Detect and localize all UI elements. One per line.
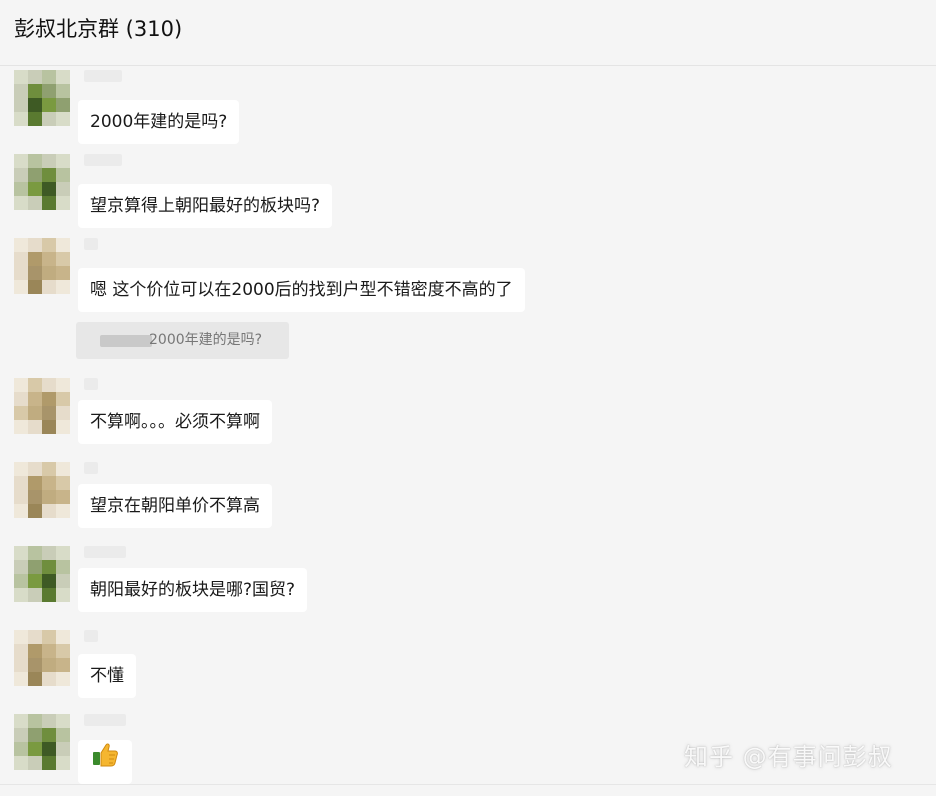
message-bubble[interactable]: 不算啊。。。必须不算啊	[78, 400, 272, 444]
sender-name	[84, 378, 98, 390]
quoted-text: 2000年建的是吗?	[149, 332, 263, 348]
message-bubble[interactable]: 2000年建的是吗?	[78, 100, 240, 144]
message-bubble[interactable]: 望京在朝阳单价不算高	[78, 484, 272, 528]
quoted-sender	[100, 335, 152, 347]
watermark: 知乎 @有事问彭叔	[684, 743, 893, 771]
message-bubble[interactable]: 望京算得上朝阳最好的板块吗?	[78, 184, 333, 228]
avatar[interactable]	[14, 630, 70, 686]
message-bubble[interactable]: 嗯 这个价位可以在2000后的找到户型不错密度不高的了	[78, 268, 525, 312]
message-row	[0, 0, 936, 784]
quoted-message[interactable]: 2000年建的是吗?	[76, 322, 289, 359]
thumbs-up-icon	[91, 740, 119, 785]
chat-header: 彭叔北京群 (310)	[0, 0, 936, 66]
avatar[interactable]	[14, 462, 70, 518]
avatar[interactable]	[14, 378, 70, 434]
message-bubble[interactable]: 不懂	[78, 654, 136, 698]
sender-name	[84, 70, 122, 82]
sender-name	[84, 546, 126, 558]
message-bubble[interactable]	[78, 740, 132, 784]
sender-name	[84, 630, 98, 642]
avatar[interactable]	[14, 154, 70, 210]
avatar[interactable]	[14, 70, 70, 126]
avatar[interactable]	[14, 238, 70, 294]
avatar[interactable]	[14, 546, 70, 602]
sender-name	[84, 154, 122, 166]
message-bubble[interactable]: 朝阳最好的板块是哪?国贸?	[78, 568, 308, 612]
avatar[interactable]	[14, 714, 70, 770]
sender-name	[84, 462, 98, 474]
group-title: 彭叔北京群 (310)	[14, 17, 183, 41]
sender-name	[84, 238, 98, 250]
sender-name	[84, 714, 126, 726]
divider	[0, 784, 936, 785]
